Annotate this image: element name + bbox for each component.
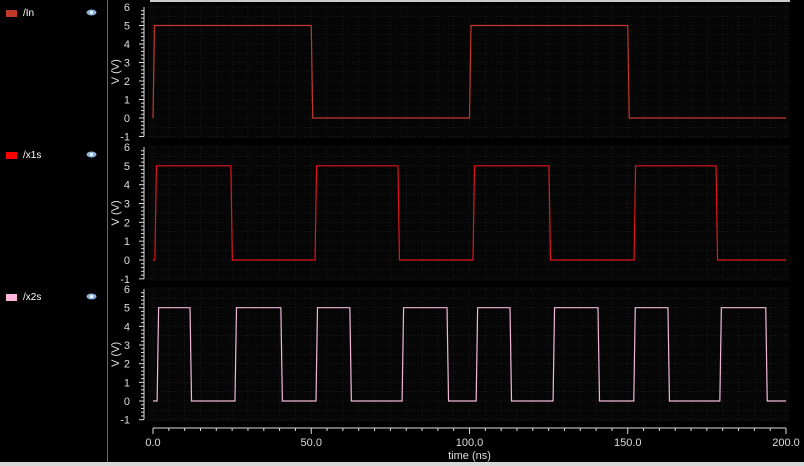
y-tick-label: 2 xyxy=(124,359,130,371)
y-tick-label: 1 xyxy=(124,95,130,107)
status-bar xyxy=(0,462,804,466)
y-tick-label: 0 xyxy=(124,113,130,125)
y-tick-label: 6 xyxy=(124,284,130,296)
y-tick-label: 2 xyxy=(124,76,130,88)
y-tick-label: 3 xyxy=(124,58,130,70)
y-tick-label: 5 xyxy=(124,21,130,33)
panel-in: -10123456V (V) xyxy=(110,2,790,144)
y-tick-label: 1 xyxy=(124,236,130,248)
y-tick-label: 3 xyxy=(124,199,130,211)
x-tick-label: 150.0 xyxy=(614,437,642,449)
y-tick-label: 4 xyxy=(124,180,130,192)
y-tick-label: 5 xyxy=(124,303,130,315)
y-tick-label: 0 xyxy=(124,396,130,408)
x-tick-label: 50.0 xyxy=(301,437,322,449)
y-tick-label: 4 xyxy=(124,39,130,51)
y-tick-label: 0 xyxy=(124,255,130,267)
x-tick-label: 200.0 xyxy=(772,437,800,449)
x-tick-label: 0.0 xyxy=(145,437,160,449)
y-tick-label: 2 xyxy=(124,217,130,229)
x-tick-label: 100.0 xyxy=(456,437,484,449)
y-axis-label: V (V) xyxy=(110,200,122,225)
panel-x2s: -1 0 1 2 3 4 5 6 V (V) xyxy=(110,284,790,427)
y-tick-label: 5 xyxy=(124,161,130,173)
y-tick-label: 6 xyxy=(124,142,130,154)
y-axis-label: V (V) xyxy=(110,59,122,84)
y-tick-label: 6 xyxy=(124,2,130,14)
y-tick-label: 1 xyxy=(124,377,130,389)
waveform-plot[interactable]: -10123456V (V)-10123456V (V)-10123456V (… xyxy=(0,0,804,462)
y-tick-label: 3 xyxy=(124,340,130,352)
x-axis-label: time (ns) xyxy=(448,450,491,462)
panel-x1s: -10123456V (V) xyxy=(110,142,790,286)
y-axis-label: V (V) xyxy=(110,342,122,367)
y-tick-label: -1 xyxy=(120,415,130,427)
y-tick-label: 4 xyxy=(124,321,130,333)
